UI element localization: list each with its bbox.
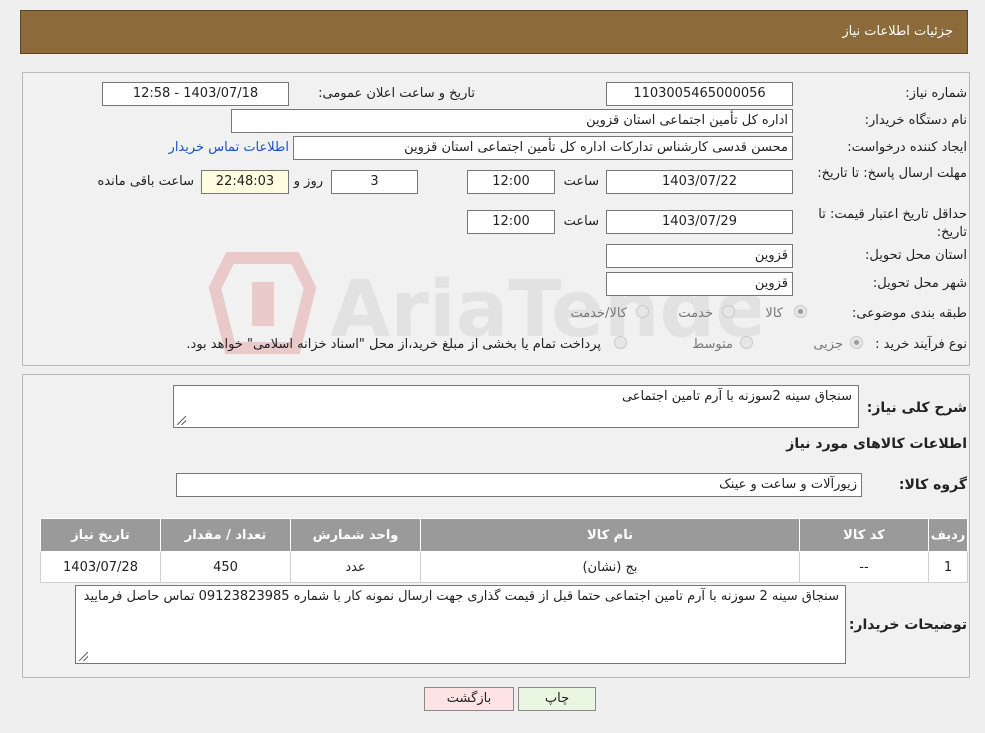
buyer-org-label: نام دستگاه خریدار: (864, 113, 967, 128)
print-button[interactable]: چاپ (518, 687, 596, 711)
buyer-notes-textarea[interactable]: سنجاق سینه 2 سوزنه با آرم تامین اجتماعی … (75, 585, 846, 664)
col-row-header: ردیف (928, 518, 968, 552)
validity-date-field[interactable]: 1403/07/29 (606, 210, 793, 234)
resize-grip-icon[interactable] (79, 652, 88, 661)
category-goods-service-label: کالا/خدمت (570, 306, 627, 321)
process-medium-label: متوسط (692, 337, 733, 352)
reply-date-field[interactable]: 1403/07/22 (606, 170, 793, 194)
buyer-notes-text: سنجاق سینه 2 سوزنه با آرم تامین اجتماعی … (83, 589, 839, 604)
province-field[interactable]: قزوین (606, 244, 793, 268)
summary-textarea[interactable]: سنجاق سینه 2سوزنه با آرم تامین اجتماعی (173, 385, 859, 428)
validity-time-label: ساعت (563, 214, 599, 229)
creator-field[interactable]: محسن قدسی کارشناس تدارکات اداره کل تأمین… (293, 136, 793, 160)
announce-datetime-field[interactable]: 1403/07/18 - 12:58 (102, 82, 289, 106)
process-label: نوع فرآیند خرید : (875, 337, 967, 352)
category-goods-label: کالا (765, 306, 783, 321)
col-unit-header: واحد شمارش (290, 518, 421, 552)
remaining-time-label: ساعت باقی مانده (97, 174, 194, 189)
buyer-notes-label: توضیحات خریدار: (848, 617, 967, 633)
cell-unit: عدد (290, 551, 421, 583)
col-date-header: تاریخ نیاز (40, 518, 161, 552)
process-treasury-note: پرداخت تمام یا بخشی از مبلغ خرید،از محل … (186, 337, 601, 352)
goods-table-header: ردیف کد کالا نام کالا واحد شمارش تعداد /… (40, 518, 968, 552)
back-button[interactable]: بازگشت (424, 687, 514, 711)
goods-table: ردیف کد کالا نام کالا واحد شمارش تعداد /… (40, 518, 968, 583)
cell-name: بج (نشان) (420, 551, 800, 583)
creator-label: ایجاد کننده درخواست: (847, 140, 967, 155)
process-medium-radio[interactable] (740, 336, 753, 349)
goods-info-title: اطلاعات کالاهای مورد نیاز (786, 436, 967, 452)
process-minor-radio[interactable] (850, 336, 863, 349)
buyer-contact-link[interactable]: اطلاعات تماس خریدار (169, 140, 289, 155)
process-minor-label: جزیی (813, 337, 843, 352)
days-label: روز و (293, 174, 323, 189)
col-name-header: نام کالا (420, 518, 800, 552)
announce-label: تاریخ و ساعت اعلان عمومی: (318, 86, 475, 101)
resize-grip-icon[interactable] (177, 416, 186, 425)
col-code-header: کد کالا (799, 518, 929, 552)
city-field[interactable]: قزوین (606, 272, 793, 296)
need-number-field[interactable]: 1103005465000056 (606, 82, 793, 106)
col-qty-header: تعداد / مقدار (160, 518, 291, 552)
reply-deadline-label: مهلت ارسال پاسخ: تا تاریخ: (817, 166, 967, 181)
summary-text: سنجاق سینه 2سوزنه با آرم تامین اجتماعی (621, 389, 852, 404)
validity-time-field[interactable]: 12:00 (467, 210, 555, 234)
province-label: استان محل تحویل: (865, 248, 967, 263)
validity-label: حداقل تاریخ اعتبار قیمت: تا تاریخ: (818, 207, 967, 240)
cell-row: 1 (928, 551, 968, 583)
reply-time-field[interactable]: 12:00 (467, 170, 555, 194)
process-treasury-radio[interactable] (614, 336, 627, 349)
cell-code: -- (799, 551, 929, 583)
buyer-org-field[interactable]: اداره کل تأمین اجتماعی استان قزوین (231, 109, 793, 133)
city-label: شهر محل تحویل: (872, 276, 967, 291)
category-service-label: خدمت (678, 306, 713, 321)
page-title: جزئیات اطلاعات نیاز (842, 24, 953, 39)
table-row: 1 -- بج (نشان) عدد 450 1403/07/28 (40, 551, 968, 583)
category-service-radio[interactable] (722, 305, 735, 318)
need-number-label: شماره نیاز: (905, 86, 967, 101)
category-goods-service-radio[interactable] (636, 305, 649, 318)
reply-time-label: ساعت (563, 174, 599, 189)
category-goods-radio[interactable] (794, 305, 807, 318)
goods-group-field[interactable]: زیورآلات و ساعت و عینک (176, 473, 862, 497)
summary-label: شرح کلی نیاز: (866, 400, 967, 416)
cell-qty: 450 (160, 551, 291, 583)
page-header: جزئیات اطلاعات نیاز (20, 10, 968, 54)
cell-date: 1403/07/28 (40, 551, 161, 583)
goods-group-label: گروه کالا: (898, 477, 967, 493)
remaining-time-field: 22:48:03 (201, 170, 289, 194)
days-field[interactable]: 3 (331, 170, 418, 194)
category-label: طبقه بندی موضوعی: (851, 306, 967, 321)
